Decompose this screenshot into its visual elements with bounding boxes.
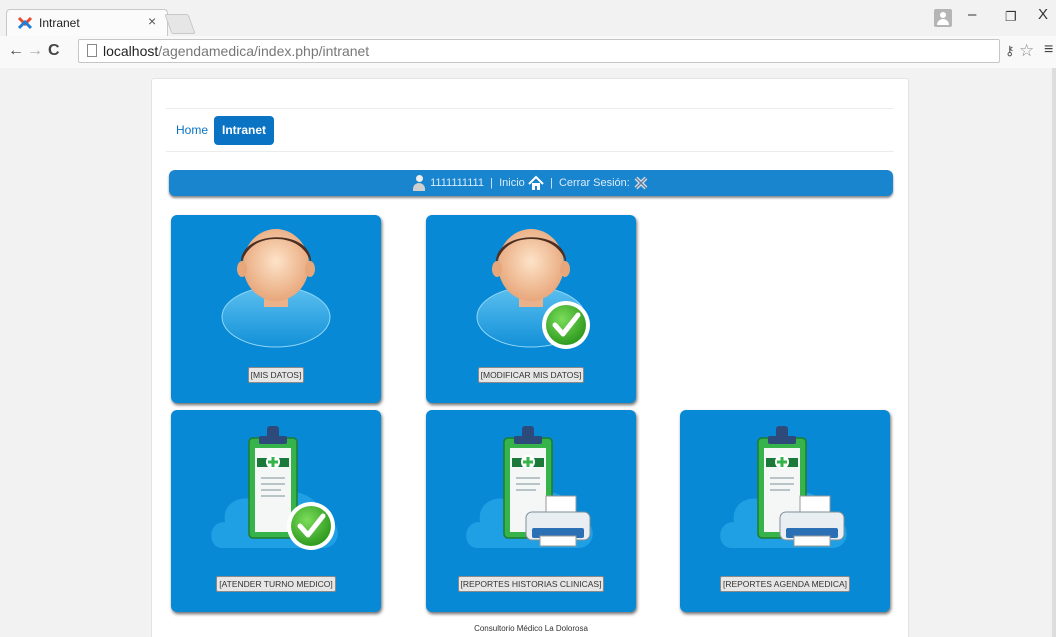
- key-icon[interactable]: ⚷: [1005, 43, 1015, 59]
- user-avatar-check-icon: [476, 229, 590, 349]
- logout-link[interactable]: Cerrar Sesión:: [559, 177, 630, 189]
- forward-arrow-icon[interactable]: →: [27, 42, 43, 60]
- nav-intranet-link[interactable]: Intranet: [214, 116, 275, 145]
- clipboard-printer-icon: [720, 426, 847, 548]
- reportes-agenda-medica-tile[interactable]: [REPORTES AGENDA MEDICA]: [680, 410, 890, 612]
- reportes-historias-clinicas-tile[interactable]: [REPORTES HISTORIAS CLINICAS]: [426, 410, 636, 612]
- address-bar[interactable]: localhost/agendamedica/index.php/intrane…: [78, 39, 1000, 63]
- page-icon: [87, 44, 97, 57]
- page-viewport: Home Intranet 1111111111 | Inicio | Cerr…: [0, 68, 1056, 637]
- browser-toolbar: ← → C localhost/agendamedica/index.php/i…: [0, 36, 1056, 68]
- user-id: 1111111111: [430, 177, 484, 189]
- window-maximize-button[interactable]: ❐: [1005, 9, 1017, 25]
- modificar-mis-datos-tile[interactable]: [MODIFICAR MIS DATOS]: [426, 215, 636, 403]
- tile-label: [ATENDER TURNO MEDICO]: [171, 574, 381, 592]
- window-close-button[interactable]: X: [1038, 6, 1048, 23]
- divider: [166, 151, 894, 152]
- profile-icon[interactable]: [934, 9, 952, 27]
- footer-text: Consultorio Médico La Dolorosa: [474, 624, 588, 633]
- home-icon[interactable]: [528, 175, 544, 191]
- url-text: localhost/agendamedica/index.php/intrane…: [103, 43, 370, 59]
- tile-label: [REPORTES HISTORIAS CLINICAS]: [426, 574, 636, 592]
- logout-icon[interactable]: [633, 175, 649, 191]
- tab-title: Intranet: [39, 16, 80, 30]
- clipboard-check-icon: [211, 426, 338, 550]
- tile-label: [MODIFICAR MIS DATOS]: [426, 365, 636, 383]
- tile-label: [MIS DATOS]: [171, 365, 381, 383]
- inicio-link[interactable]: Inicio: [499, 177, 525, 189]
- divider: [166, 108, 894, 109]
- browser-tab[interactable]: Intranet ×: [6, 9, 168, 36]
- new-tab-button[interactable]: [164, 14, 196, 34]
- main-container: Home Intranet 1111111111 | Inicio | Cerr…: [151, 78, 909, 637]
- user-status-bar: 1111111111 | Inicio | Cerrar Sesión:: [169, 170, 893, 196]
- nav-home-link[interactable]: Home: [168, 116, 216, 145]
- bookmark-star-icon[interactable]: ☆: [1019, 41, 1034, 61]
- user-icon: [413, 175, 426, 192]
- separator: |: [490, 177, 493, 189]
- separator: |: [549, 177, 553, 189]
- browser-menu-icon[interactable]: ≡: [1044, 41, 1053, 59]
- mis-datos-tile[interactable]: [MIS DATOS]: [171, 215, 381, 403]
- window-minimize-button[interactable]: –: [968, 6, 976, 23]
- clipboard-printer-icon: [466, 426, 593, 548]
- atender-turno-medico-tile[interactable]: [ATENDER TURNO MEDICO]: [171, 410, 381, 612]
- user-avatar-icon: [221, 229, 331, 348]
- tile-label: [REPORTES AGENDA MEDICA]: [680, 574, 890, 592]
- back-arrow-icon[interactable]: ←: [8, 42, 24, 60]
- browser-tab-strip: Intranet × – ❐ X: [0, 0, 1056, 36]
- scrollbar[interactable]: [1052, 68, 1056, 637]
- tab-close-icon[interactable]: ×: [148, 13, 156, 29]
- joomla-favicon-icon: [17, 16, 33, 30]
- reload-icon[interactable]: C: [48, 42, 60, 60]
